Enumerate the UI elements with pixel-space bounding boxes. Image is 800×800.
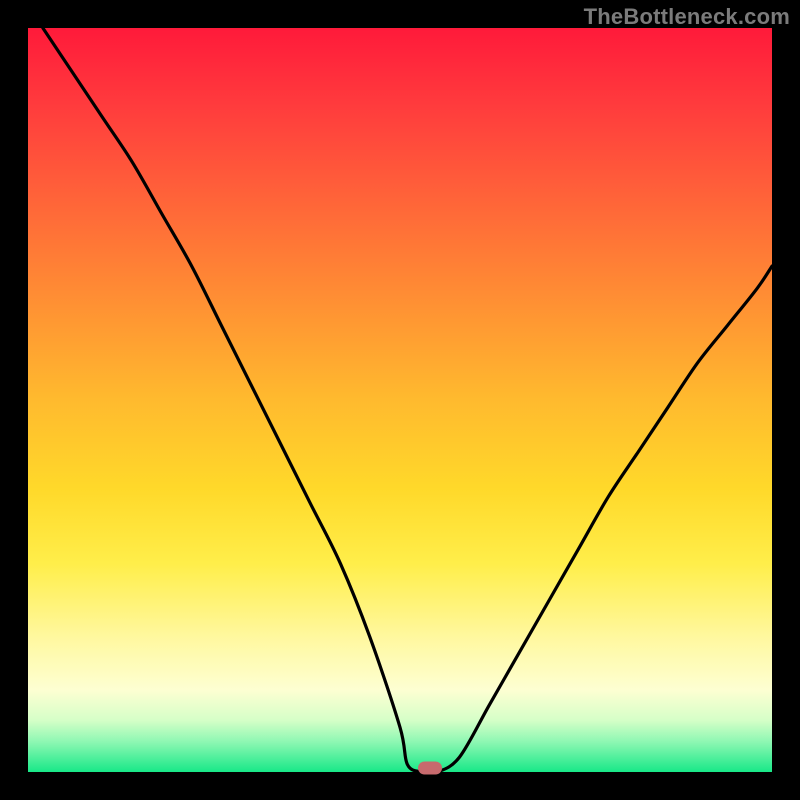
chart-frame: TheBottleneck.com xyxy=(0,0,800,800)
bottleneck-curve xyxy=(43,28,772,773)
watermark-text: TheBottleneck.com xyxy=(584,4,790,30)
plot-area xyxy=(28,28,772,772)
curve-svg xyxy=(28,28,772,772)
optimal-marker xyxy=(418,761,442,774)
